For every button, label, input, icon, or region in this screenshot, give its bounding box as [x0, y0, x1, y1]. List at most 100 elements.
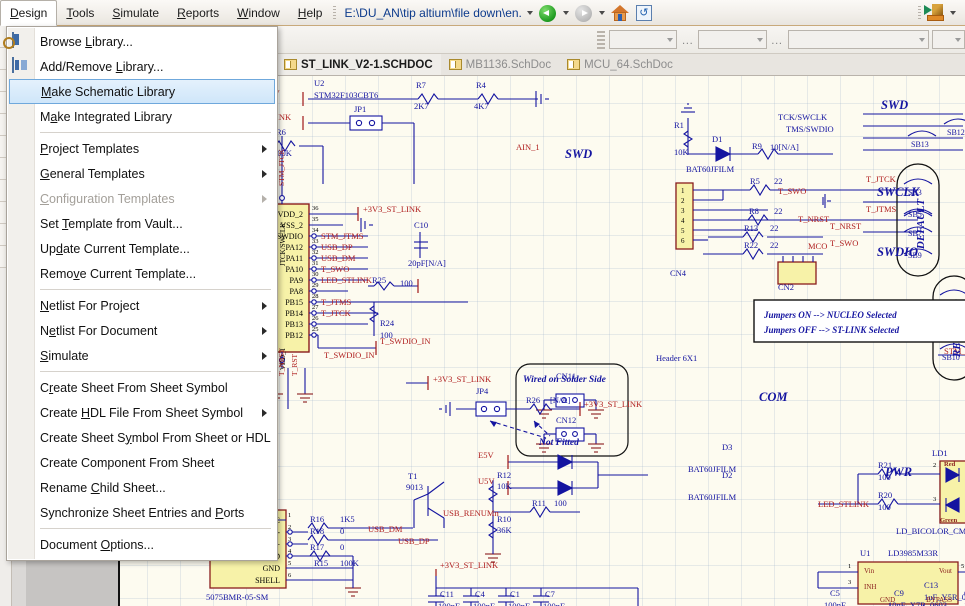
- menu-item-synchronize-sheet-entries-and-ports[interactable]: Synchronize Sheet Entries and Ports: [7, 500, 277, 525]
- back-history-icon[interactable]: [560, 0, 572, 26]
- menu-item-set-template-from-vault[interactable]: Set Template from Vault...: [7, 211, 277, 236]
- menu-item-document-options[interactable]: Document Options...: [7, 532, 277, 557]
- svg-text:C9: C9: [894, 588, 904, 598]
- svg-text:E5V: E5V: [478, 450, 494, 460]
- svg-text:20pF[N/A]: 20pF[N/A]: [408, 258, 446, 268]
- menu-item-create-sheet-from-sheet-symbol[interactable]: Create Sheet From Sheet Symbol: [7, 375, 277, 400]
- svg-text:TCK/SWCLK: TCK/SWCLK: [778, 112, 828, 122]
- menu-tools[interactable]: Tools: [57, 0, 103, 26]
- svg-text:100: 100: [878, 502, 891, 512]
- svg-text:USB_DP: USB_DP: [321, 242, 353, 252]
- tab-mcu64[interactable]: MCU_64.SchDoc: [559, 54, 681, 75]
- filter-combo-4[interactable]: [931, 30, 965, 49]
- menu-help[interactable]: Help: [289, 0, 332, 26]
- menu-design[interactable]: Design: [0, 0, 58, 26]
- swd-left-title: SWD: [565, 147, 592, 161]
- tab-mb1136[interactable]: MB1136.SchDoc: [441, 54, 559, 75]
- menu-item-label: Add/Remove Library...: [40, 59, 164, 74]
- svg-text:100nF: 100nF: [438, 601, 460, 606]
- menu-item-simulate[interactable]: Simulate: [7, 343, 277, 368]
- menu-item-rename-child-sheet[interactable]: Rename Child Sheet...: [7, 475, 277, 500]
- filter-combo-3[interactable]: [787, 30, 929, 49]
- menu-item-label: Netlist For Project: [40, 298, 140, 313]
- svg-text:CN4: CN4: [670, 268, 687, 278]
- svg-text:100nF: 100nF: [473, 601, 495, 606]
- svg-text:C13: C13: [924, 580, 938, 590]
- svg-text:TMS/SWDIO: TMS/SWDIO: [786, 124, 834, 134]
- menu-item-general-templates[interactable]: General Templates: [7, 161, 277, 186]
- svg-text:2: 2: [933, 462, 936, 469]
- menu-item-label: Synchronize Sheet Entries and Ports: [40, 505, 245, 520]
- home-button[interactable]: [608, 0, 632, 26]
- menu-item-project-templates[interactable]: Project Templates: [7, 136, 277, 161]
- svg-text:22: 22: [770, 240, 779, 250]
- tab-st-link[interactable]: ST_LINK_V2-1.SCHDOC: [276, 54, 441, 75]
- svg-text:26: 26: [312, 315, 319, 322]
- menu-item-create-sheet-symbol-from-sheet-or-hdl[interactable]: Create Sheet Symbol From Sheet or HDL: [7, 425, 277, 450]
- solder-side-note: Wired on Solder Side: [523, 375, 607, 385]
- svg-text:LD3985M33R: LD3985M33R: [888, 548, 938, 558]
- svg-text:3: 3: [848, 579, 851, 586]
- chevron-right-icon: [262, 195, 267, 203]
- refresh-button[interactable]: ↺: [632, 0, 656, 26]
- svg-text:T_JTCK: T_JTCK: [321, 308, 352, 318]
- menu-simulate[interactable]: Simulate: [103, 0, 168, 26]
- menu-separator: [40, 132, 271, 133]
- forward-button[interactable]: [572, 0, 596, 26]
- chevron-right-icon: [262, 170, 267, 178]
- menu-item-netlist-for-document[interactable]: Netlist For Document: [7, 318, 277, 343]
- svg-text:2: 2: [681, 197, 685, 205]
- svg-text:JP4: JP4: [476, 386, 489, 396]
- toolbar-grip-2[interactable]: [597, 30, 606, 49]
- svg-text:2: 2: [288, 524, 291, 531]
- svg-text:33: 33: [312, 238, 319, 245]
- back-button[interactable]: [536, 0, 560, 26]
- menu-item-remove-current-template[interactable]: Remove Current Template...: [7, 261, 277, 286]
- svg-text:R22: R22: [744, 240, 758, 250]
- svg-text:2K7: 2K7: [414, 101, 429, 111]
- svg-text:Red: Red: [944, 461, 956, 468]
- svg-text:T_NRST: T_NRST: [277, 348, 286, 376]
- svg-text:T_NRST: T_NRST: [830, 221, 862, 231]
- svg-text:SHELL: SHELL: [255, 576, 280, 585]
- filter-combo-1[interactable]: [609, 30, 678, 49]
- address-path[interactable]: E:\DU_AN\tip altium\file down\en.: [338, 0, 523, 25]
- design-rule-dropdown-icon[interactable]: [947, 0, 959, 26]
- svg-text:VDD_2: VDD_2: [278, 210, 303, 219]
- svg-text:C10: C10: [414, 220, 428, 230]
- menu-item-update-current-template[interactable]: Update Current Template...: [7, 236, 277, 261]
- design-rule-check-icon[interactable]: [923, 0, 947, 26]
- svg-text:Header 6X1: Header 6X1: [656, 353, 697, 363]
- menu-separator: [40, 371, 271, 372]
- menu-item-create-hdl-file-from-sheet-symbol[interactable]: Create HDL File From Sheet Symbol: [7, 400, 277, 425]
- design-menu-dropdown[interactable]: Browse Library... Add/Remove Library... …: [6, 26, 278, 561]
- menu-item-make-schematic-library[interactable]: Make Schematic Library: [9, 79, 275, 104]
- svg-text:10K: 10K: [674, 147, 690, 157]
- svg-text:BAT60JFILM: BAT60JFILM: [688, 492, 737, 502]
- menubar-right-tools: [916, 0, 965, 25]
- svg-text:PA9: PA9: [290, 276, 304, 285]
- filter-combo-2[interactable]: [698, 30, 767, 49]
- swd-right-title: SWD: [881, 98, 908, 112]
- svg-text:22: 22: [774, 176, 783, 186]
- svg-text:PB15: PB15: [285, 298, 303, 307]
- menu-item-label: Create Sheet From Sheet Symbol: [40, 380, 228, 395]
- svg-text:4K7: 4K7: [474, 101, 489, 111]
- toolbar-dots-2: …: [770, 32, 784, 47]
- svg-text:22: 22: [770, 223, 779, 233]
- forward-history-icon[interactable]: [596, 0, 608, 26]
- menu-item-netlist-for-project[interactable]: Netlist For Project: [7, 293, 277, 318]
- svg-text:USB_RENUMn: USB_RENUMn: [443, 508, 499, 518]
- menu-item-make-integrated-library[interactable]: Make Integrated Library: [7, 104, 277, 129]
- menu-window[interactable]: Window: [228, 0, 289, 26]
- menu-reports[interactable]: Reports: [168, 0, 228, 26]
- svg-text:T_JTMS: T_JTMS: [321, 297, 352, 307]
- address-dropdown-icon[interactable]: [524, 0, 536, 26]
- menu-item-label: Configuration Templates: [40, 191, 175, 206]
- menu-item-create-component-from-sheet[interactable]: Create Component From Sheet: [7, 450, 277, 475]
- tool-grip-right[interactable]: [916, 5, 923, 20]
- menu-item-browse-library[interactable]: Browse Library...: [7, 29, 277, 54]
- menu-item-add-remove-library[interactable]: Add/Remove Library...: [7, 54, 277, 79]
- toolbar-grip[interactable]: [331, 0, 338, 25]
- swclk-title: SWCLK: [877, 185, 921, 199]
